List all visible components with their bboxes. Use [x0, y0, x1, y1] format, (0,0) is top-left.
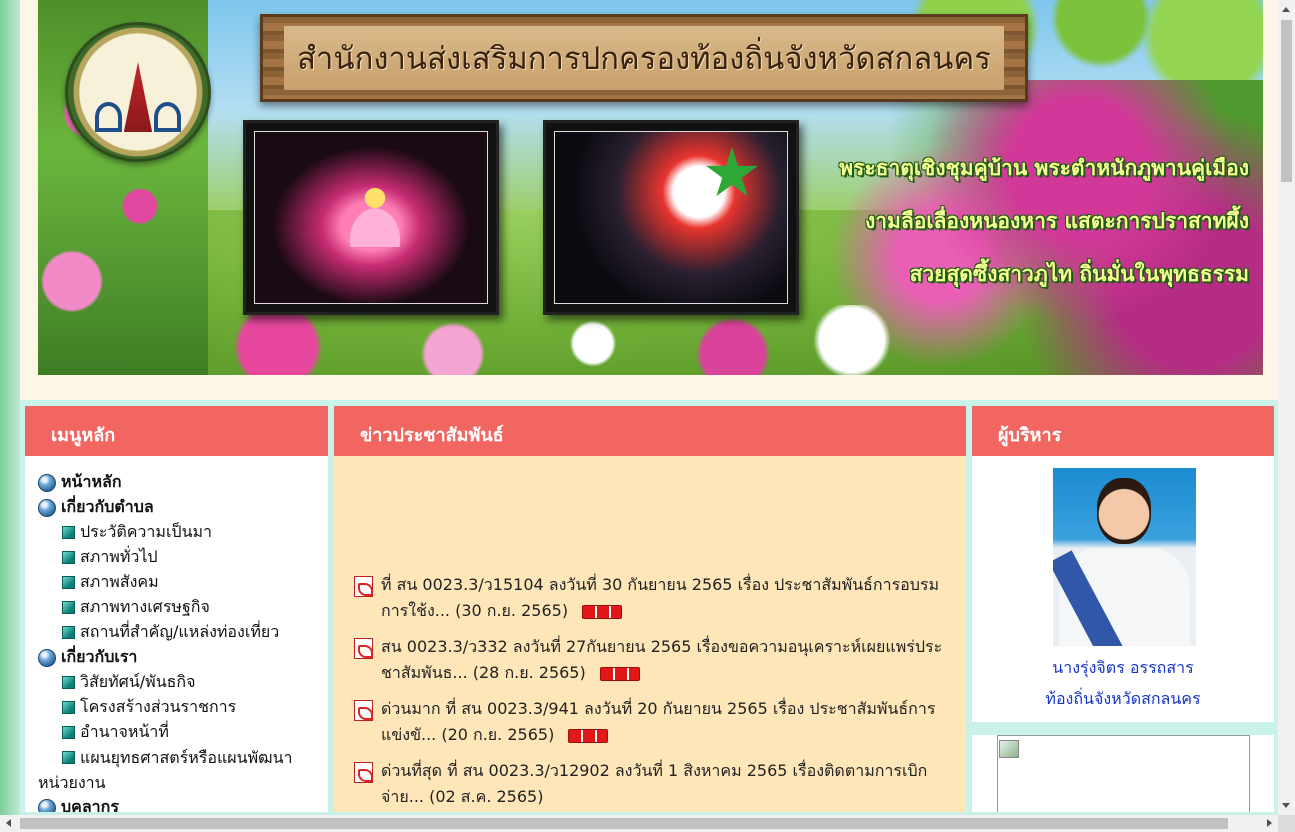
news-panel: ข่าวประชาสัมพันธ์ ที่ สน 0023.3/ว15104 ล…	[334, 406, 966, 812]
bullet-square-icon	[62, 676, 75, 689]
banner-image: สำนักงานส่งเสริมการปกครองท้องถิ่นจังหวัด…	[38, 0, 1263, 375]
bullet-square-icon	[62, 626, 75, 639]
pdf-icon	[354, 762, 373, 783]
main-menu-panel: เมนูหลัก หน้าหลัก เกี่ยวกับตำบล ประวัติค…	[25, 406, 328, 812]
news-list: ที่ สน 0023.3/ว15104 ลงวันที่ 30 กันยายน…	[334, 456, 966, 810]
new-badge-icon	[568, 728, 609, 743]
menu-item-home[interactable]: หน้าหลัก	[38, 470, 328, 495]
page: สำนักงานส่งเสริมการปกครองท้องถิ่นจังหวัด…	[20, 0, 1278, 812]
menu-item-about-us[interactable]: เกี่ยวกับเรา	[38, 645, 328, 670]
globe-icon	[38, 498, 56, 517]
scroll-right-arrow-icon[interactable]	[1267, 819, 1272, 827]
photo-lantern-festival	[543, 120, 799, 315]
menu-item-strategy-plan[interactable]: แผนยุทธศาสตร์หรือแผนพัฒนา หน่วยงาน	[38, 745, 328, 795]
executive-panel: ผู้บริหาร นางรุ่งจิตร อรรถสาร ท้องถิ่นจั…	[972, 406, 1274, 722]
news-item[interactable]: ที่ สน 0023.3/ว15104 ลงวันที่ 30 กันยายน…	[354, 572, 944, 624]
scrollbar-corner	[1278, 815, 1295, 832]
menu-item-economy[interactable]: สภาพทางเศรษฐกิจ	[38, 595, 328, 620]
vertical-scroll-thumb[interactable]	[1281, 20, 1292, 182]
executive-name[interactable]: นางรุ่งจิตร อรรถสาร	[972, 656, 1274, 681]
photo-wax-castle	[243, 120, 499, 315]
menu-item-about-tambon[interactable]: เกี่ยวกับตำบล	[38, 495, 328, 520]
slogan-line-1: พระธาตุเชิงชุมคู่บ้าน พระตำหนักภูพานคู่เ…	[839, 156, 1249, 180]
lotus-float-icon	[325, 177, 425, 247]
horizontal-scrollbar[interactable]	[0, 815, 1278, 832]
province-seal-logo	[65, 22, 211, 162]
star-lantern-icon	[706, 147, 758, 197]
bullet-square-icon	[62, 751, 75, 764]
banner-flowers-bottom	[208, 305, 908, 375]
globe-icon	[38, 473, 56, 492]
seal-wave-left	[95, 102, 122, 132]
menu-item-attractions[interactable]: สถานที่สำคัญ/แหล่งท่องเที่ยว	[38, 620, 328, 645]
seal-wave-right	[154, 102, 181, 132]
main-menu: หน้าหลัก เกี่ยวกับตำบล ประวัติความเป็นมา…	[25, 456, 328, 812]
menu-item-structure[interactable]: โครงสร้างส่วนราชการ	[38, 695, 328, 720]
executive-heading: ผู้บริหาร	[972, 406, 1274, 456]
right-widget-panel	[972, 735, 1274, 812]
slogan-line-2: งามลือเลื่องหนองหาร แสตะการปราสาทผึ้ง	[864, 209, 1249, 233]
bullet-square-icon	[62, 551, 75, 564]
page-edge	[0, 0, 20, 832]
new-badge-icon	[582, 604, 623, 619]
new-badge-icon	[599, 666, 640, 681]
bullet-square-icon	[62, 526, 75, 539]
scroll-left-arrow-icon[interactable]	[6, 819, 11, 827]
banner-area: สำนักงานส่งเสริมการปกครองท้องถิ่นจังหวัด…	[20, 0, 1278, 400]
executive-face	[1097, 478, 1151, 544]
bullet-square-icon	[62, 726, 75, 739]
broken-image[interactable]	[997, 735, 1250, 812]
menu-item-authority[interactable]: อำนาจหน้าที่	[38, 720, 328, 745]
bullet-square-icon	[62, 701, 75, 714]
slogan-line-3: สวยสุดซึ้งสาวภูไท ถิ่นมั่นในพุทธธรรม	[909, 262, 1249, 286]
news-link[interactable]: ที่ สน 0023.3/ว15104 ลงวันที่ 30 กันยายน…	[381, 572, 944, 624]
horizontal-scroll-thumb[interactable]	[20, 818, 1228, 829]
menu-item-society[interactable]: สภาพสังคม	[38, 570, 328, 595]
executive-photo	[1053, 468, 1196, 646]
site-title: สำนักงานส่งเสริมการปกครองท้องถิ่นจังหวัด…	[297, 41, 991, 77]
news-link[interactable]: ด่วนมาก ที่ สน 0023.3/941 ลงวันที่ 20 กั…	[381, 696, 944, 748]
menu-item-history[interactable]: ประวัติความเป็นมา	[38, 520, 328, 545]
news-item[interactable]: ด่วนที่สุด ที่ สน 0023.3/ว12902 ลงวันที่…	[354, 758, 944, 810]
main-menu-heading: เมนูหลัก	[25, 406, 328, 456]
news-item[interactable]: ด่วนมาก ที่ สน 0023.3/941 ลงวันที่ 20 กั…	[354, 696, 944, 748]
news-link[interactable]: ด่วนที่สุด ที่ สน 0023.3/ว12902 ลงวันที่…	[381, 758, 944, 810]
seal-spire	[123, 62, 153, 132]
pdf-icon	[354, 576, 373, 597]
bullet-square-icon	[62, 576, 75, 589]
vertical-scrollbar[interactable]	[1278, 0, 1295, 815]
bullet-square-icon	[62, 601, 75, 614]
globe-icon	[38, 648, 56, 667]
news-heading: ข่าวประชาสัมพันธ์	[334, 406, 966, 456]
scroll-down-arrow-icon[interactable]	[1282, 803, 1290, 808]
executive-position[interactable]: ท้องถิ่นจังหวัดสกลนคร	[972, 687, 1274, 712]
scroll-up-arrow-icon[interactable]	[1282, 7, 1290, 12]
menu-item-vision[interactable]: วิสัยทัศน์/พันธกิจ	[38, 670, 328, 695]
pdf-icon	[354, 700, 373, 721]
globe-icon	[38, 798, 56, 812]
title-board: สำนักงานส่งเสริมการปกครองท้องถิ่นจังหวัด…	[260, 14, 1028, 102]
pdf-icon	[354, 638, 373, 659]
menu-item-general[interactable]: สภาพทั่วไป	[38, 545, 328, 570]
menu-item-personnel[interactable]: บุคลากร	[38, 795, 328, 812]
broken-image-icon	[999, 740, 1019, 758]
news-item[interactable]: สน 0023.3/ว332 ลงวันที่ 27กันยายน 2565 เ…	[354, 634, 944, 686]
news-link[interactable]: สน 0023.3/ว332 ลงวันที่ 27กันยายน 2565 เ…	[381, 634, 944, 686]
